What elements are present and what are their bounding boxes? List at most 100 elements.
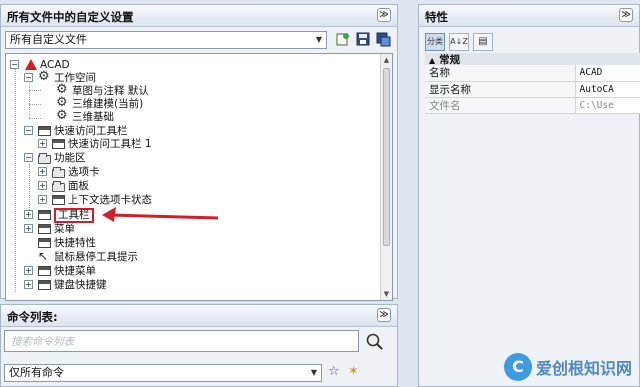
tree-node-menus[interactable]: + 菜单 — [24, 222, 75, 236]
tree-node-label: 鼠标悬停工具提示 — [54, 251, 138, 263]
tree-node-label: 面板 — [68, 180, 89, 192]
tree-node-tabs[interactable]: + 选项卡 — [38, 165, 100, 179]
properties-panel: 特性 ≫ 分类 A↓Z ▤ ▲ 常规 名称 ACAD 显示名称 AutoCA 文件… — [418, 4, 640, 387]
collapse-category-icon[interactable]: ▲ — [429, 56, 435, 65]
collapse-glyph: ≫ — [379, 10, 389, 20]
collapse-node-icon[interactable]: − — [24, 73, 33, 82]
tree-connector — [29, 164, 30, 210]
properties-toolbar: 分类 A↓Z ▤ — [425, 33, 493, 53]
command-list-header: 命令列表: ≫ — [1, 305, 397, 327]
property-key: 名称 — [425, 65, 576, 82]
tree-node-label: 快速访问工具栏 — [54, 125, 128, 137]
property-key: 文件名 — [425, 97, 576, 114]
tree-connector — [29, 80, 30, 118]
categorized-view-button[interactable]: 分类 — [425, 33, 445, 51]
collapse-command-list-button[interactable]: ≫ — [377, 308, 391, 322]
expand-node-icon[interactable]: + — [38, 181, 47, 190]
annotation-arrow-icon — [102, 207, 219, 222]
tree-node-label: 快捷菜单 — [54, 265, 96, 277]
collapse-properties-button[interactable]: ≫ — [619, 8, 633, 22]
watermark-logo: C — [503, 353, 532, 381]
tree-node-label: 工具栏 — [54, 207, 94, 223]
cursor-icon — [38, 249, 51, 263]
tree-node-ribbon[interactable]: − 功能区 — [24, 151, 86, 165]
expand-node-icon[interactable]: + — [38, 139, 47, 148]
tree-node-label: 三维建模(当前) — [72, 98, 144, 110]
tree-node-label: 键盘快捷键 — [54, 279, 107, 291]
expand-node-icon[interactable]: + — [38, 167, 47, 176]
property-row-name[interactable]: 名称 ACAD — [425, 65, 640, 82]
tree-node-quick-properties[interactable]: 快捷特性 — [38, 236, 96, 250]
tree-node-quick-access-toolbars[interactable]: − 快速访问工具栏 — [24, 124, 128, 138]
scroll-up-icon[interactable]: ▲ — [381, 54, 392, 66]
properties-header: 特性 ≫ — [419, 5, 639, 27]
expand-node-icon[interactable]: + — [24, 266, 33, 275]
command-filter-dropdown[interactable]: 仅所有命令 ▼ — [4, 364, 322, 382]
keyboard-icon — [38, 280, 51, 290]
command-search-input[interactable]: 搜索命令列表 — [4, 330, 359, 352]
tree-node-workspace-3d-basics[interactable]: 三维基础 — [56, 109, 114, 124]
tree-node-label: 快速访问工具栏 1 — [68, 138, 152, 150]
collapse-node-icon[interactable]: − — [24, 126, 33, 135]
property-row-file-name[interactable]: 文件名 C:\Use — [425, 97, 640, 114]
star-add-command-icon[interactable]: ✶ — [348, 364, 364, 380]
chevron-down-icon: ▼ — [315, 35, 323, 44]
customizations-panel: 所有文件中的自定义设置 ≫ 所有自定义文件 ▼ − ACAD − 工作空间 — [0, 4, 398, 301]
properties-title: 特性 — [425, 10, 448, 24]
tree-node-keyboard-shortcuts[interactable]: + 键盘快捷键 — [24, 278, 107, 292]
search-icon[interactable] — [365, 332, 385, 352]
expand-node-icon[interactable]: + — [24, 210, 33, 219]
property-pages-button[interactable]: ▤ — [473, 33, 493, 51]
filter-value: 所有自定义文件 — [10, 33, 87, 46]
menu-icon — [38, 266, 51, 276]
acad-icon — [24, 59, 37, 71]
command-list-title: 命令列表: — [7, 310, 58, 324]
chevron-down-icon: ▼ — [310, 368, 318, 377]
customizations-panel-header: 所有文件中的自定义设置 ≫ — [1, 5, 397, 27]
star-new-command-icon[interactable]: ☆ — [328, 364, 344, 380]
tree-node-workspace-3d-modeling[interactable]: 三维建模(当前) — [56, 96, 144, 111]
tree-connector — [29, 118, 41, 119]
alphabetical-sort-button[interactable]: A↓Z — [449, 33, 469, 51]
customization-file-filter[interactable]: 所有自定义文件 ▼ — [5, 31, 327, 49]
tree-node-workspace-drafting[interactable]: 草图与注释 默认 — [56, 83, 149, 98]
tree-node-shortcut-menus[interactable]: + 快捷菜单 — [24, 264, 96, 278]
folder-icon — [52, 166, 65, 178]
tree-scrollbar[interactable]: ▲ ▼ — [380, 54, 392, 300]
collapse-node-icon[interactable]: − — [10, 60, 19, 69]
property-key: 显示名称 — [425, 81, 576, 98]
property-value[interactable]: AutoCA — [575, 81, 640, 98]
property-value[interactable]: ACAD — [575, 65, 640, 82]
collapse-customizations-button[interactable]: ≫ — [377, 8, 391, 22]
tree-node-label: 快捷特性 — [54, 237, 96, 249]
tree-node-label: 草图与注释 默认 — [72, 85, 149, 97]
tree-node-panels[interactable]: + 面板 — [38, 179, 89, 193]
tree-node-quick-access-toolbar-1[interactable]: + 快速访问工具栏 1 — [38, 137, 152, 151]
toolbar-icon — [38, 126, 51, 136]
tree-node-toolbars[interactable]: + 工具栏 — [24, 207, 94, 223]
folder-icon — [52, 180, 65, 192]
tree-connector — [15, 66, 16, 292]
property-row-display-name[interactable]: 显示名称 AutoCA — [425, 81, 640, 98]
save-as-icon[interactable] — [375, 31, 391, 47]
toolbar-icon — [38, 210, 51, 220]
scroll-down-icon[interactable]: ▼ — [381, 288, 392, 300]
window-icon — [38, 238, 51, 248]
add-file-icon[interactable] — [335, 31, 351, 47]
expand-node-icon[interactable]: + — [38, 195, 47, 204]
properties-grid: 名称 ACAD 显示名称 AutoCA 文件名 C:\Use — [425, 65, 640, 114]
toolbar-icon — [52, 139, 65, 149]
command-filter-value: 仅所有命令 — [9, 366, 64, 379]
collapse-glyph: ≫ — [379, 310, 389, 320]
customization-tree[interactable]: − ACAD − 工作空间 草图与注释 默认 三维建模(当前) 三维基础 − — [5, 53, 393, 301]
tree-node-rollover-tooltips[interactable]: 鼠标悬停工具提示 — [38, 249, 138, 264]
collapse-node-icon[interactable]: − — [24, 153, 33, 162]
tree-connector — [29, 90, 41, 91]
watermark-text: 爱创根知识网 — [535, 359, 632, 378]
expand-node-icon[interactable]: + — [24, 224, 33, 233]
scrollbar-thumb[interactable] — [383, 68, 390, 246]
menu-icon — [38, 224, 51, 234]
save-icon[interactable] — [355, 31, 371, 47]
expand-node-icon[interactable]: + — [24, 280, 33, 289]
tree-node-label: 功能区 — [54, 152, 86, 164]
